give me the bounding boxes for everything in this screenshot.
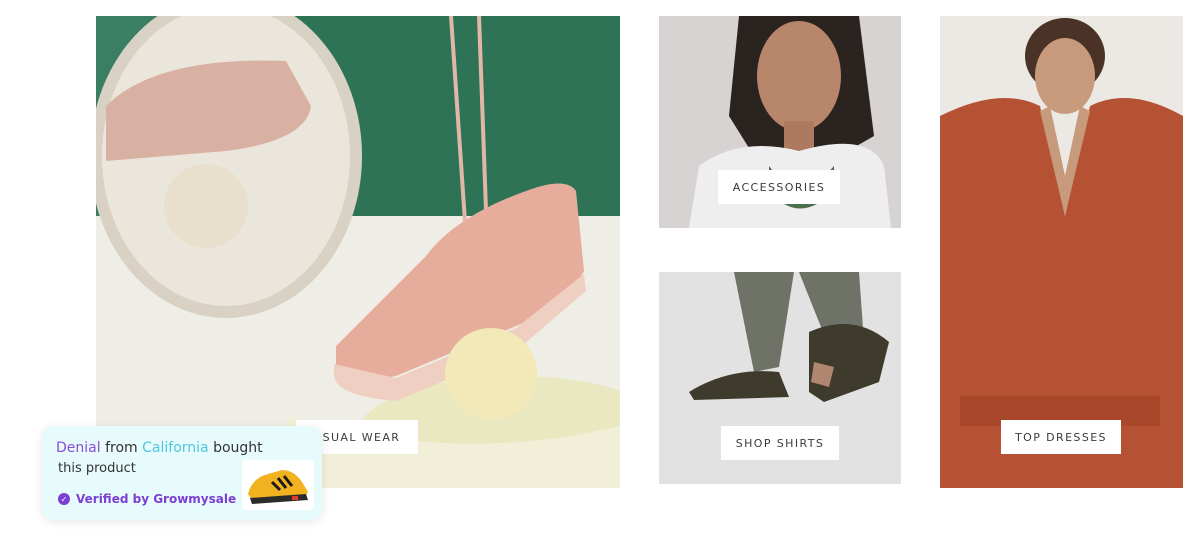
- product-thumbnail[interactable]: [242, 460, 314, 510]
- buyer-name: Denial: [56, 440, 101, 456]
- tile-top-dresses[interactable]: [940, 16, 1183, 488]
- purchase-notification-text: Denial from California bought: [56, 440, 263, 456]
- bought-word: bought: [213, 440, 263, 456]
- yellow-sneaker-image: [248, 470, 308, 504]
- top-dresses-label[interactable]: TOP DRESSES: [1001, 420, 1121, 454]
- from-word: from: [105, 440, 138, 456]
- dress-model-image: [940, 16, 1183, 488]
- check-icon: ✓: [58, 493, 70, 505]
- purchase-notification-subtext: this product: [58, 461, 136, 476]
- sneaker-image: [96, 16, 620, 488]
- verified-text: Verified by Growmysale: [76, 492, 237, 506]
- tile-casual-wear[interactable]: [96, 16, 620, 488]
- verified-badge: ✓ Verified by Growmysale: [58, 492, 236, 506]
- buyer-location: California: [142, 440, 209, 456]
- accessories-label[interactable]: ACCESSORIES: [718, 170, 840, 204]
- shop-shirts-label[interactable]: SHOP SHIRTS: [721, 426, 839, 460]
- purchase-notification-popup[interactable]: Denial from California bought this produ…: [42, 426, 322, 520]
